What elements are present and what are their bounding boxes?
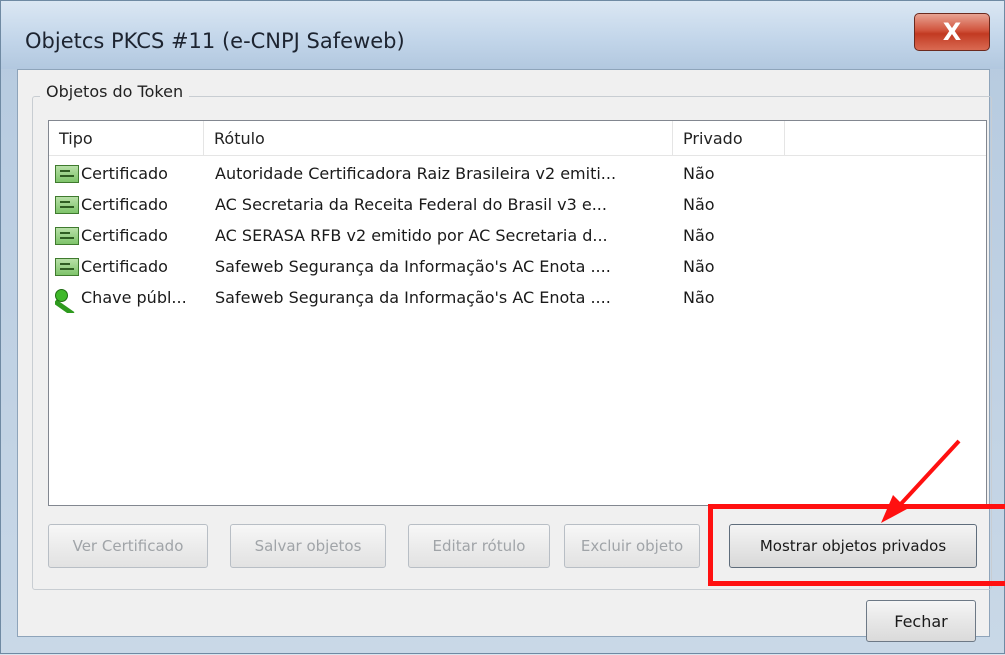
annotation-arrow (881, 439, 961, 523)
arrow-shaft (897, 439, 961, 508)
dialog-window: Objetcs PKCS #11 (e-CNPJ Safeweb) X Obje… (0, 0, 1005, 654)
